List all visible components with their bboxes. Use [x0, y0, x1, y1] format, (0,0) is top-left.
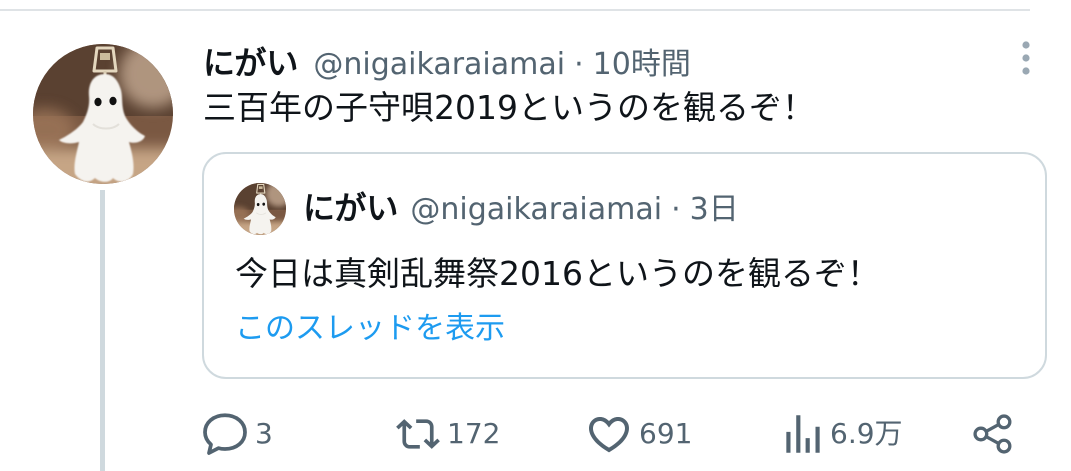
avatar[interactable]: [33, 44, 173, 184]
quote-timestamp[interactable]: 3日: [690, 189, 739, 231]
quote-separator-dot: ·: [671, 192, 681, 227]
like-count: 691: [639, 417, 693, 450]
author-name[interactable]: にがい: [203, 42, 298, 84]
more-vertical-icon[interactable]: [1020, 40, 1032, 76]
timestamp[interactable]: 10時間: [593, 44, 691, 86]
avatar-image: [33, 44, 173, 184]
views-icon[interactable]: [778, 409, 828, 459]
quote-text: 今日は真剣乱舞祭2016というのを観るぞ！: [235, 254, 880, 293]
top-divider: [0, 9, 1030, 11]
quote-avatar-image: [234, 183, 286, 235]
retweet-count: 172: [447, 417, 501, 450]
thread-line: [100, 190, 105, 471]
separator-dot: ·: [574, 47, 584, 82]
heart-icon[interactable]: [585, 410, 633, 458]
show-thread-link[interactable]: このスレッドを表示: [235, 309, 505, 349]
quote-author-handle[interactable]: @nigaikaraiamai: [410, 189, 662, 231]
quoted-tweet[interactable]: にがい @nigaikaraiamai · 3日 今日は真剣乱舞祭2016という…: [202, 152, 1047, 379]
quote-avatar[interactable]: [234, 183, 286, 235]
views-count: 6.9万: [830, 417, 903, 450]
quote-header: にがい @nigaikaraiamai · 3日: [303, 187, 739, 231]
share-icon[interactable]: [971, 412, 1015, 456]
tweet-header: にがい @nigaikaraiamai · 10時間: [203, 42, 691, 86]
tweet-text: 三百年の子守唄2019というのを観るぞ！: [203, 88, 815, 127]
reply-icon[interactable]: [200, 409, 250, 459]
retweet-icon[interactable]: [396, 412, 440, 456]
reply-count: 3: [255, 417, 273, 450]
author-handle[interactable]: @nigaikaraiamai: [313, 44, 565, 86]
quote-author-name[interactable]: にがい: [303, 187, 398, 229]
